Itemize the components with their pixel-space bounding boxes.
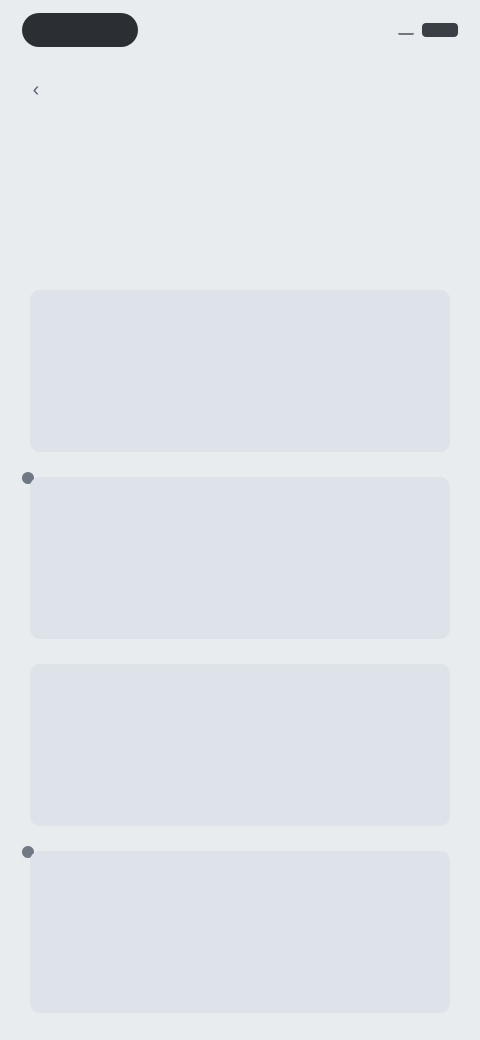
pill-button[interactable] <box>22 13 138 47</box>
battery-icon <box>422 23 458 37</box>
card-item[interactable] <box>30 477 450 639</box>
card-item[interactable] <box>30 664 450 826</box>
status-indicators <box>390 23 458 37</box>
card-list <box>30 290 450 1038</box>
card-item[interactable] <box>30 851 450 1013</box>
status-bar <box>22 12 458 48</box>
chevron-left-icon: ‹ <box>32 79 40 101</box>
card-item[interactable] <box>30 290 450 452</box>
back-button[interactable]: ‹ <box>22 76 50 104</box>
signal-icon <box>398 25 414 35</box>
